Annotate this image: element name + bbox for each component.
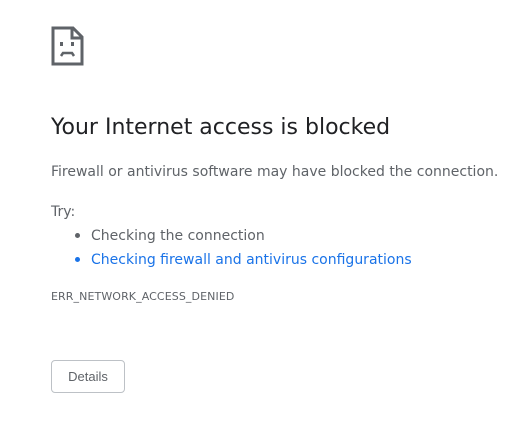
sad-page-icon xyxy=(51,26,84,66)
suggestions-list: Checking the connection Checking firewal… xyxy=(51,224,412,272)
firewall-config-link[interactable]: Checking firewall and antivirus configur… xyxy=(91,252,412,268)
error-message: Firewall or antivirus software may have … xyxy=(51,164,499,180)
bullet-icon xyxy=(75,233,80,238)
suggestion-item: Checking firewall and antivirus configur… xyxy=(51,248,412,272)
details-button[interactable]: Details xyxy=(51,360,125,393)
suggestion-item: Checking the connection xyxy=(51,224,412,248)
page-title: Your Internet access is blocked xyxy=(51,115,391,140)
try-label: Try: xyxy=(51,204,76,220)
suggestion-text: Checking the connection xyxy=(91,228,265,244)
error-code: ERR_NETWORK_ACCESS_DENIED xyxy=(51,290,235,303)
bullet-icon xyxy=(75,257,80,262)
